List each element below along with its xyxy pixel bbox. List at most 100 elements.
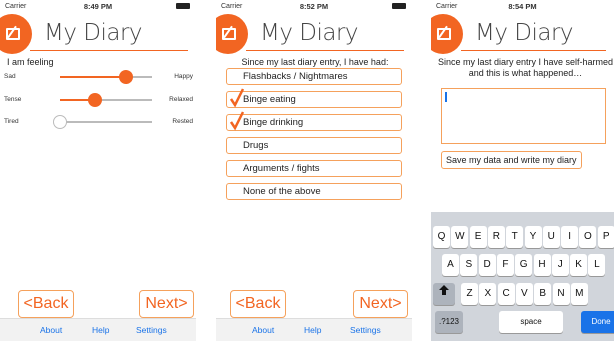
key-i[interactable]: I [561, 226, 579, 248]
feeling-title: I am feeling [7, 57, 54, 67]
key-k[interactable]: K [570, 254, 588, 276]
clock: 8:52 PM [299, 2, 329, 11]
app-title: My Diary [260, 20, 359, 46]
key-space[interactable]: space [499, 311, 563, 333]
shift-arrow-icon [439, 285, 449, 295]
clock: 8:49 PM [83, 2, 113, 11]
slider-tired-rested: Tired Rested [0, 113, 196, 131]
event-option[interactable]: Drugs [226, 137, 402, 154]
key-v[interactable]: V [515, 283, 533, 305]
slider-track[interactable] [60, 93, 152, 107]
key-q[interactable]: Q [433, 226, 450, 248]
key-w[interactable]: W [451, 226, 469, 248]
slider-left-label: Tired [4, 118, 19, 125]
key-r[interactable]: R [487, 226, 505, 248]
key-o[interactable]: O [579, 226, 597, 248]
slider-thumb[interactable] [87, 93, 102, 107]
key-p[interactable]: P [597, 226, 614, 248]
slider-track[interactable] [53, 115, 152, 129]
phone-write-screen: Carrier 8:54 PM My Diary Since my last d… [431, 0, 614, 341]
slider-right-label: Happy [174, 73, 193, 80]
pencil-icon [6, 28, 20, 40]
tab-settings[interactable]: Settings [136, 325, 167, 335]
slider-thumb[interactable] [53, 115, 67, 129]
key-z[interactable]: Z [461, 283, 478, 305]
event-option[interactable]: Binge drinking [226, 111, 402, 131]
tab-bar: About Help Settings [0, 318, 196, 341]
title-underline [246, 50, 404, 51]
event-option[interactable]: Binge eating [226, 88, 402, 108]
pencil-icon [222, 28, 236, 40]
clock: 8:54 PM [508, 2, 537, 11]
keyboard: QWERTYUIOP ASDFGHJKL ZXCVBNM .?123 space D… [431, 212, 614, 341]
phone-mood-screen: Carrier 8:49 PM My Diary I am feeling Sa… [0, 0, 196, 341]
key-done[interactable]: Done [581, 311, 614, 333]
back-button[interactable]: <Back [230, 290, 286, 318]
next-button[interactable]: Next> [353, 290, 408, 318]
title-underline [30, 50, 188, 51]
key-b[interactable]: B [534, 283, 552, 305]
tab-bar: About Help Settings [216, 318, 412, 341]
diary-text-field[interactable] [441, 88, 606, 144]
event-option-label: Flashbacks / Nightmares [243, 71, 348, 82]
slider-thumb[interactable] [119, 70, 134, 84]
key-l[interactable]: L [588, 254, 606, 276]
event-option-label: Drugs [243, 140, 269, 151]
key-g[interactable]: G [515, 254, 533, 276]
slider-right-label: Relaxed [169, 96, 193, 103]
diary-logo-icon [431, 14, 463, 54]
back-button[interactable]: <Back [18, 290, 74, 318]
tab-about[interactable]: About [252, 325, 274, 335]
key-f[interactable]: F [496, 254, 514, 276]
app-header: My Diary [0, 12, 196, 54]
pencil-icon [437, 28, 451, 40]
key-u[interactable]: U [542, 226, 560, 248]
write-question: Since my last diary entry I have self-ha… [437, 57, 614, 78]
key-c[interactable]: C [497, 283, 515, 305]
tab-help[interactable]: Help [304, 325, 321, 335]
tab-about[interactable]: About [40, 325, 62, 335]
app-header: My Diary [431, 12, 614, 54]
slider-track[interactable] [60, 70, 152, 84]
key-s[interactable]: S [460, 254, 478, 276]
event-option-label: Binge drinking [243, 117, 304, 128]
event-option[interactable]: None of the above [226, 183, 402, 200]
events-question: Since my last diary entry, I have had: [241, 57, 389, 67]
checkmark-icon [230, 88, 244, 108]
app-title: My Diary [44, 20, 143, 46]
event-option[interactable]: Flashbacks / Nightmares [226, 68, 402, 85]
key-t[interactable]: T [506, 226, 524, 248]
key-a[interactable]: A [442, 254, 459, 276]
phone-events-screen: Carrier 8:52 PM My Diary Since my last d… [216, 0, 412, 341]
event-option[interactable]: Arguments / fights [226, 160, 402, 177]
slider-left-label: Sad [4, 73, 16, 80]
key-n[interactable]: N [552, 283, 570, 305]
screenshot-collage: Carrier 8:49 PM My Diary I am feeling Sa… [0, 0, 614, 341]
key-x[interactable]: X [479, 283, 497, 305]
key-numbers[interactable]: .?123 [435, 311, 463, 333]
checkmark-icon [230, 111, 244, 131]
key-e[interactable]: E [469, 226, 487, 248]
event-option-label: Arguments / fights [243, 163, 320, 174]
next-button[interactable]: Next> [139, 290, 194, 318]
save-write-button[interactable]: Save my data and write my diary [441, 151, 582, 169]
event-option-label: Binge eating [243, 94, 296, 105]
battery-icon [176, 3, 190, 9]
app-title: My Diary [475, 20, 574, 46]
battery-icon [392, 3, 406, 9]
slider-left-label: Tense [4, 96, 22, 103]
diary-logo-icon [0, 14, 32, 54]
key-m[interactable]: M [570, 283, 588, 305]
diary-logo-icon [216, 14, 248, 54]
key-j[interactable]: J [551, 254, 569, 276]
text-caret [445, 92, 447, 102]
key-h[interactable]: H [533, 254, 551, 276]
key-y[interactable]: Y [524, 226, 542, 248]
shift-key[interactable] [433, 283, 455, 305]
event-option-label: None of the above [243, 186, 321, 197]
tab-help[interactable]: Help [92, 325, 109, 335]
slider-sad-happy: Sad Happy [0, 68, 196, 86]
key-d[interactable]: D [478, 254, 496, 276]
title-underline [461, 50, 606, 51]
tab-settings[interactable]: Settings [350, 325, 381, 335]
